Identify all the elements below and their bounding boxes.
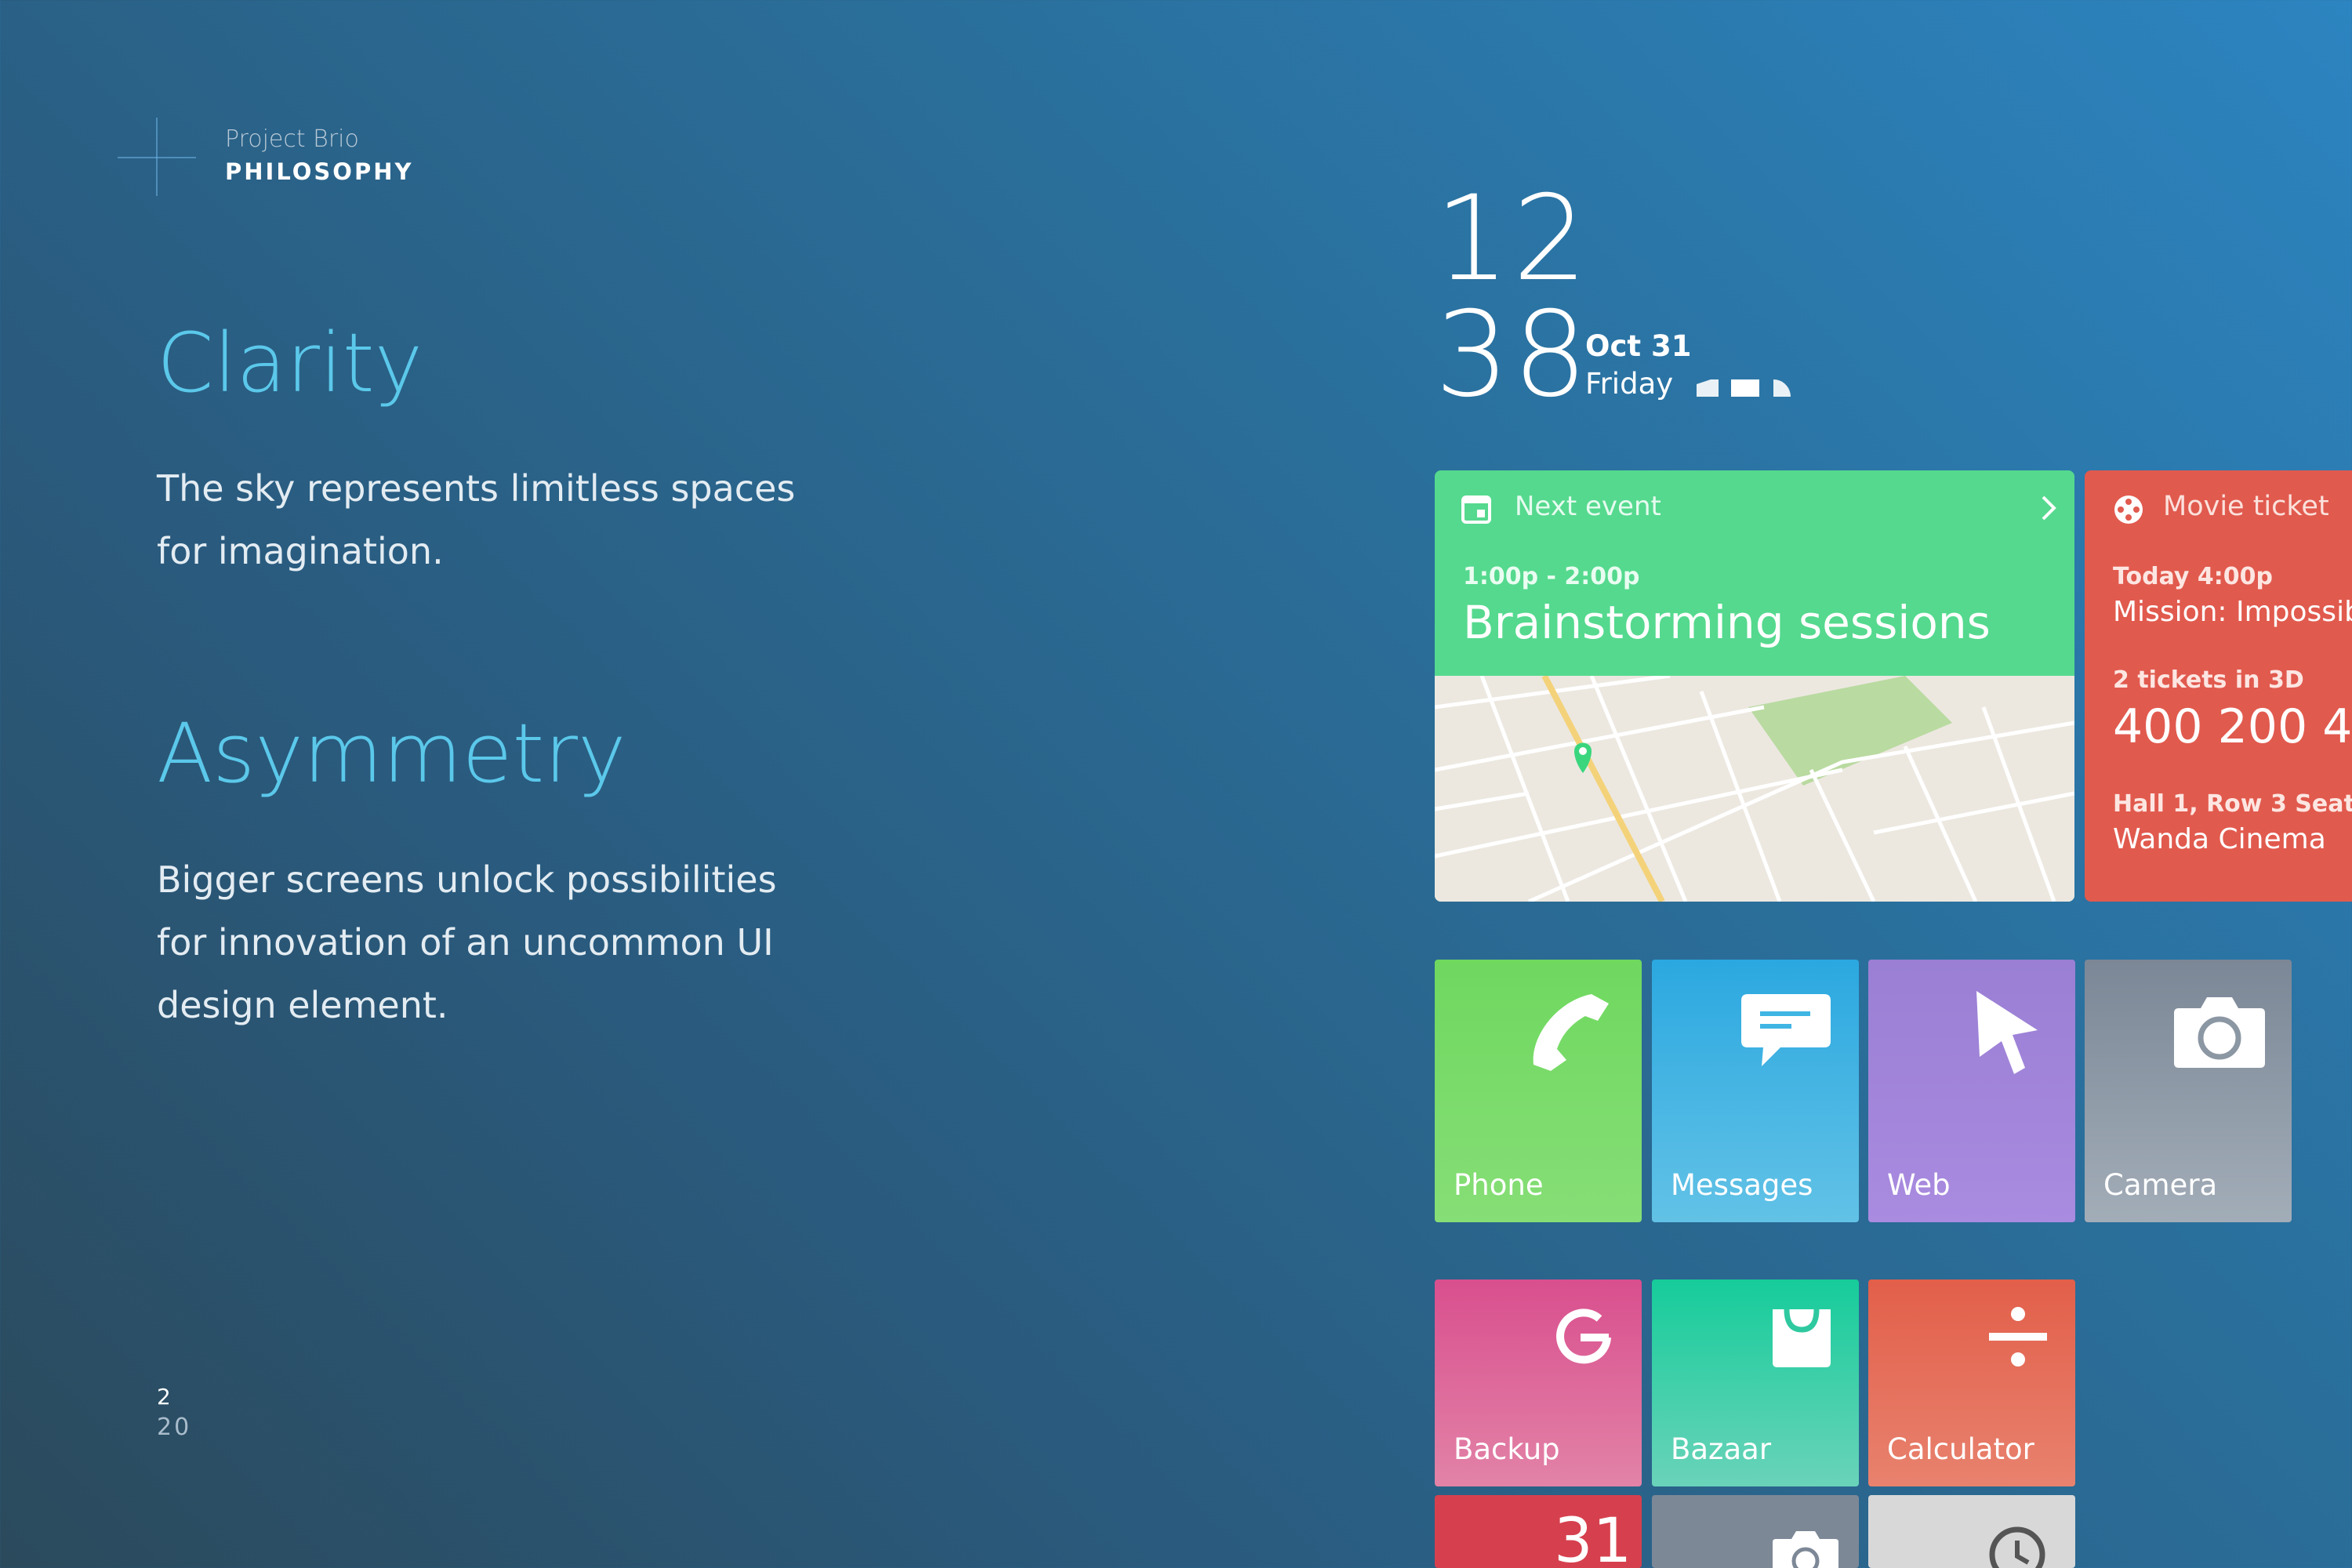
app-label-camera: Camera bbox=[2103, 1168, 2218, 1202]
app-tile-clock[interactable] bbox=[1868, 1495, 2075, 1568]
camera-icon bbox=[1773, 1531, 1838, 1568]
app-label-web: Web bbox=[1887, 1168, 1951, 1202]
cursor-arrow-icon bbox=[1976, 991, 2038, 1074]
app-tile-calendar[interactable]: 31 bbox=[1435, 1495, 1642, 1568]
project-name: Project Brio bbox=[225, 125, 359, 153]
app-label-bazaar: Bazaar bbox=[1671, 1432, 1772, 1466]
weather-icon-3 bbox=[1773, 379, 1791, 397]
app-tile-bazaar[interactable]: Bazaar bbox=[1652, 1279, 1859, 1486]
clarity-body: The sky represents limitless spaces for … bbox=[157, 457, 862, 583]
seat-info: Hall 1, Row 3 Seat 22 bbox=[2113, 790, 2352, 818]
ticket-count: 2 tickets in 3D bbox=[2113, 666, 2304, 694]
asymmetry-body: Bigger screens unlock possibilities for … bbox=[157, 848, 862, 1036]
app-label-backup: Backup bbox=[1454, 1432, 1560, 1466]
clock-hour: 12 bbox=[1435, 171, 1591, 307]
chevron-right-icon[interactable] bbox=[2038, 492, 2059, 524]
clock-minute: 38 bbox=[1435, 287, 1591, 423]
app-tile-web[interactable]: Web bbox=[1868, 960, 2075, 1222]
app-tile-backup[interactable]: Backup bbox=[1435, 1279, 1642, 1486]
asymmetry-body-line: design element. bbox=[157, 984, 448, 1026]
shopping-bag-icon bbox=[1773, 1308, 1831, 1367]
movie-ticket-label: Movie ticket bbox=[2163, 491, 2329, 522]
divide-icon bbox=[1989, 1307, 2047, 1367]
asymmetry-body-line: for innovation of an uncommon UI bbox=[157, 921, 774, 964]
app-label-phone: Phone bbox=[1454, 1168, 1544, 1202]
asymmetry-body-line: Bigger screens unlock possibilities bbox=[157, 858, 777, 901]
weather-icon-2 bbox=[1731, 379, 1759, 397]
app-tile-phone[interactable]: Phone bbox=[1435, 960, 1642, 1222]
cinema-name: Wanda Cinema bbox=[2113, 823, 2326, 855]
movie-showtime: Today 4:00p bbox=[2113, 563, 2273, 590]
calendar-date-icon: 31 bbox=[1554, 1506, 1632, 1568]
clock-day: Friday bbox=[1585, 367, 1674, 401]
page-number: 2 bbox=[157, 1384, 171, 1410]
next-event-time: 1:00p - 2:00p bbox=[1463, 563, 1640, 590]
movie-title: Mission: Impossible bbox=[2113, 596, 2352, 628]
app-tile-camera-2[interactable] bbox=[1652, 1495, 1859, 1568]
chat-bubble-icon bbox=[1741, 994, 1831, 1066]
clarity-body-line: The sky represents limitless spaces bbox=[157, 467, 796, 510]
ticket-code: 400 200 45 bbox=[2113, 699, 2352, 754]
page-total: 20 bbox=[157, 1414, 192, 1441]
phone-icon bbox=[1533, 994, 1609, 1071]
section-title: PHILOSOPHY bbox=[225, 158, 414, 185]
clock-date: Oct 31 bbox=[1585, 329, 1692, 363]
next-event-card[interactable]: Next event 1:00p - 2:00p Brainstorming s… bbox=[1435, 470, 2074, 902]
map-streets bbox=[1435, 673, 2074, 902]
asymmetry-heading: Asymmetry bbox=[157, 706, 626, 801]
event-map[interactable]: 15min bbox=[1435, 673, 2074, 902]
movie-ticket-card[interactable]: Movie ticket Today 4:00p Mission: Imposs… bbox=[2085, 470, 2352, 902]
clarity-body-line: for imagination. bbox=[157, 530, 444, 572]
app-tile-camera[interactable]: Camera bbox=[2085, 960, 2292, 1222]
weather-icon-1 bbox=[1697, 379, 1719, 397]
camera-icon bbox=[2174, 997, 2265, 1068]
next-event-header: Next event 1:00p - 2:00p Brainstorming s… bbox=[1435, 470, 2074, 676]
app-tile-calculator[interactable]: Calculator bbox=[1868, 1279, 2075, 1486]
weather-icons bbox=[1697, 379, 1791, 397]
crosshair-mark-vertical bbox=[156, 118, 158, 196]
app-tile-messages[interactable]: Messages bbox=[1652, 960, 1859, 1222]
next-event-title: Brainstorming sessions bbox=[1463, 596, 1991, 649]
app-label-messages: Messages bbox=[1671, 1168, 1813, 1202]
backup-icon bbox=[1556, 1308, 1611, 1364]
next-event-label: Next event bbox=[1515, 491, 1661, 522]
app-label-calculator: Calculator bbox=[1887, 1432, 2034, 1466]
film-reel-icon bbox=[2114, 495, 2143, 524]
clock-icon bbox=[1989, 1526, 2045, 1568]
calendar-icon bbox=[1461, 495, 1491, 524]
clarity-heading: Clarity bbox=[157, 315, 423, 411]
